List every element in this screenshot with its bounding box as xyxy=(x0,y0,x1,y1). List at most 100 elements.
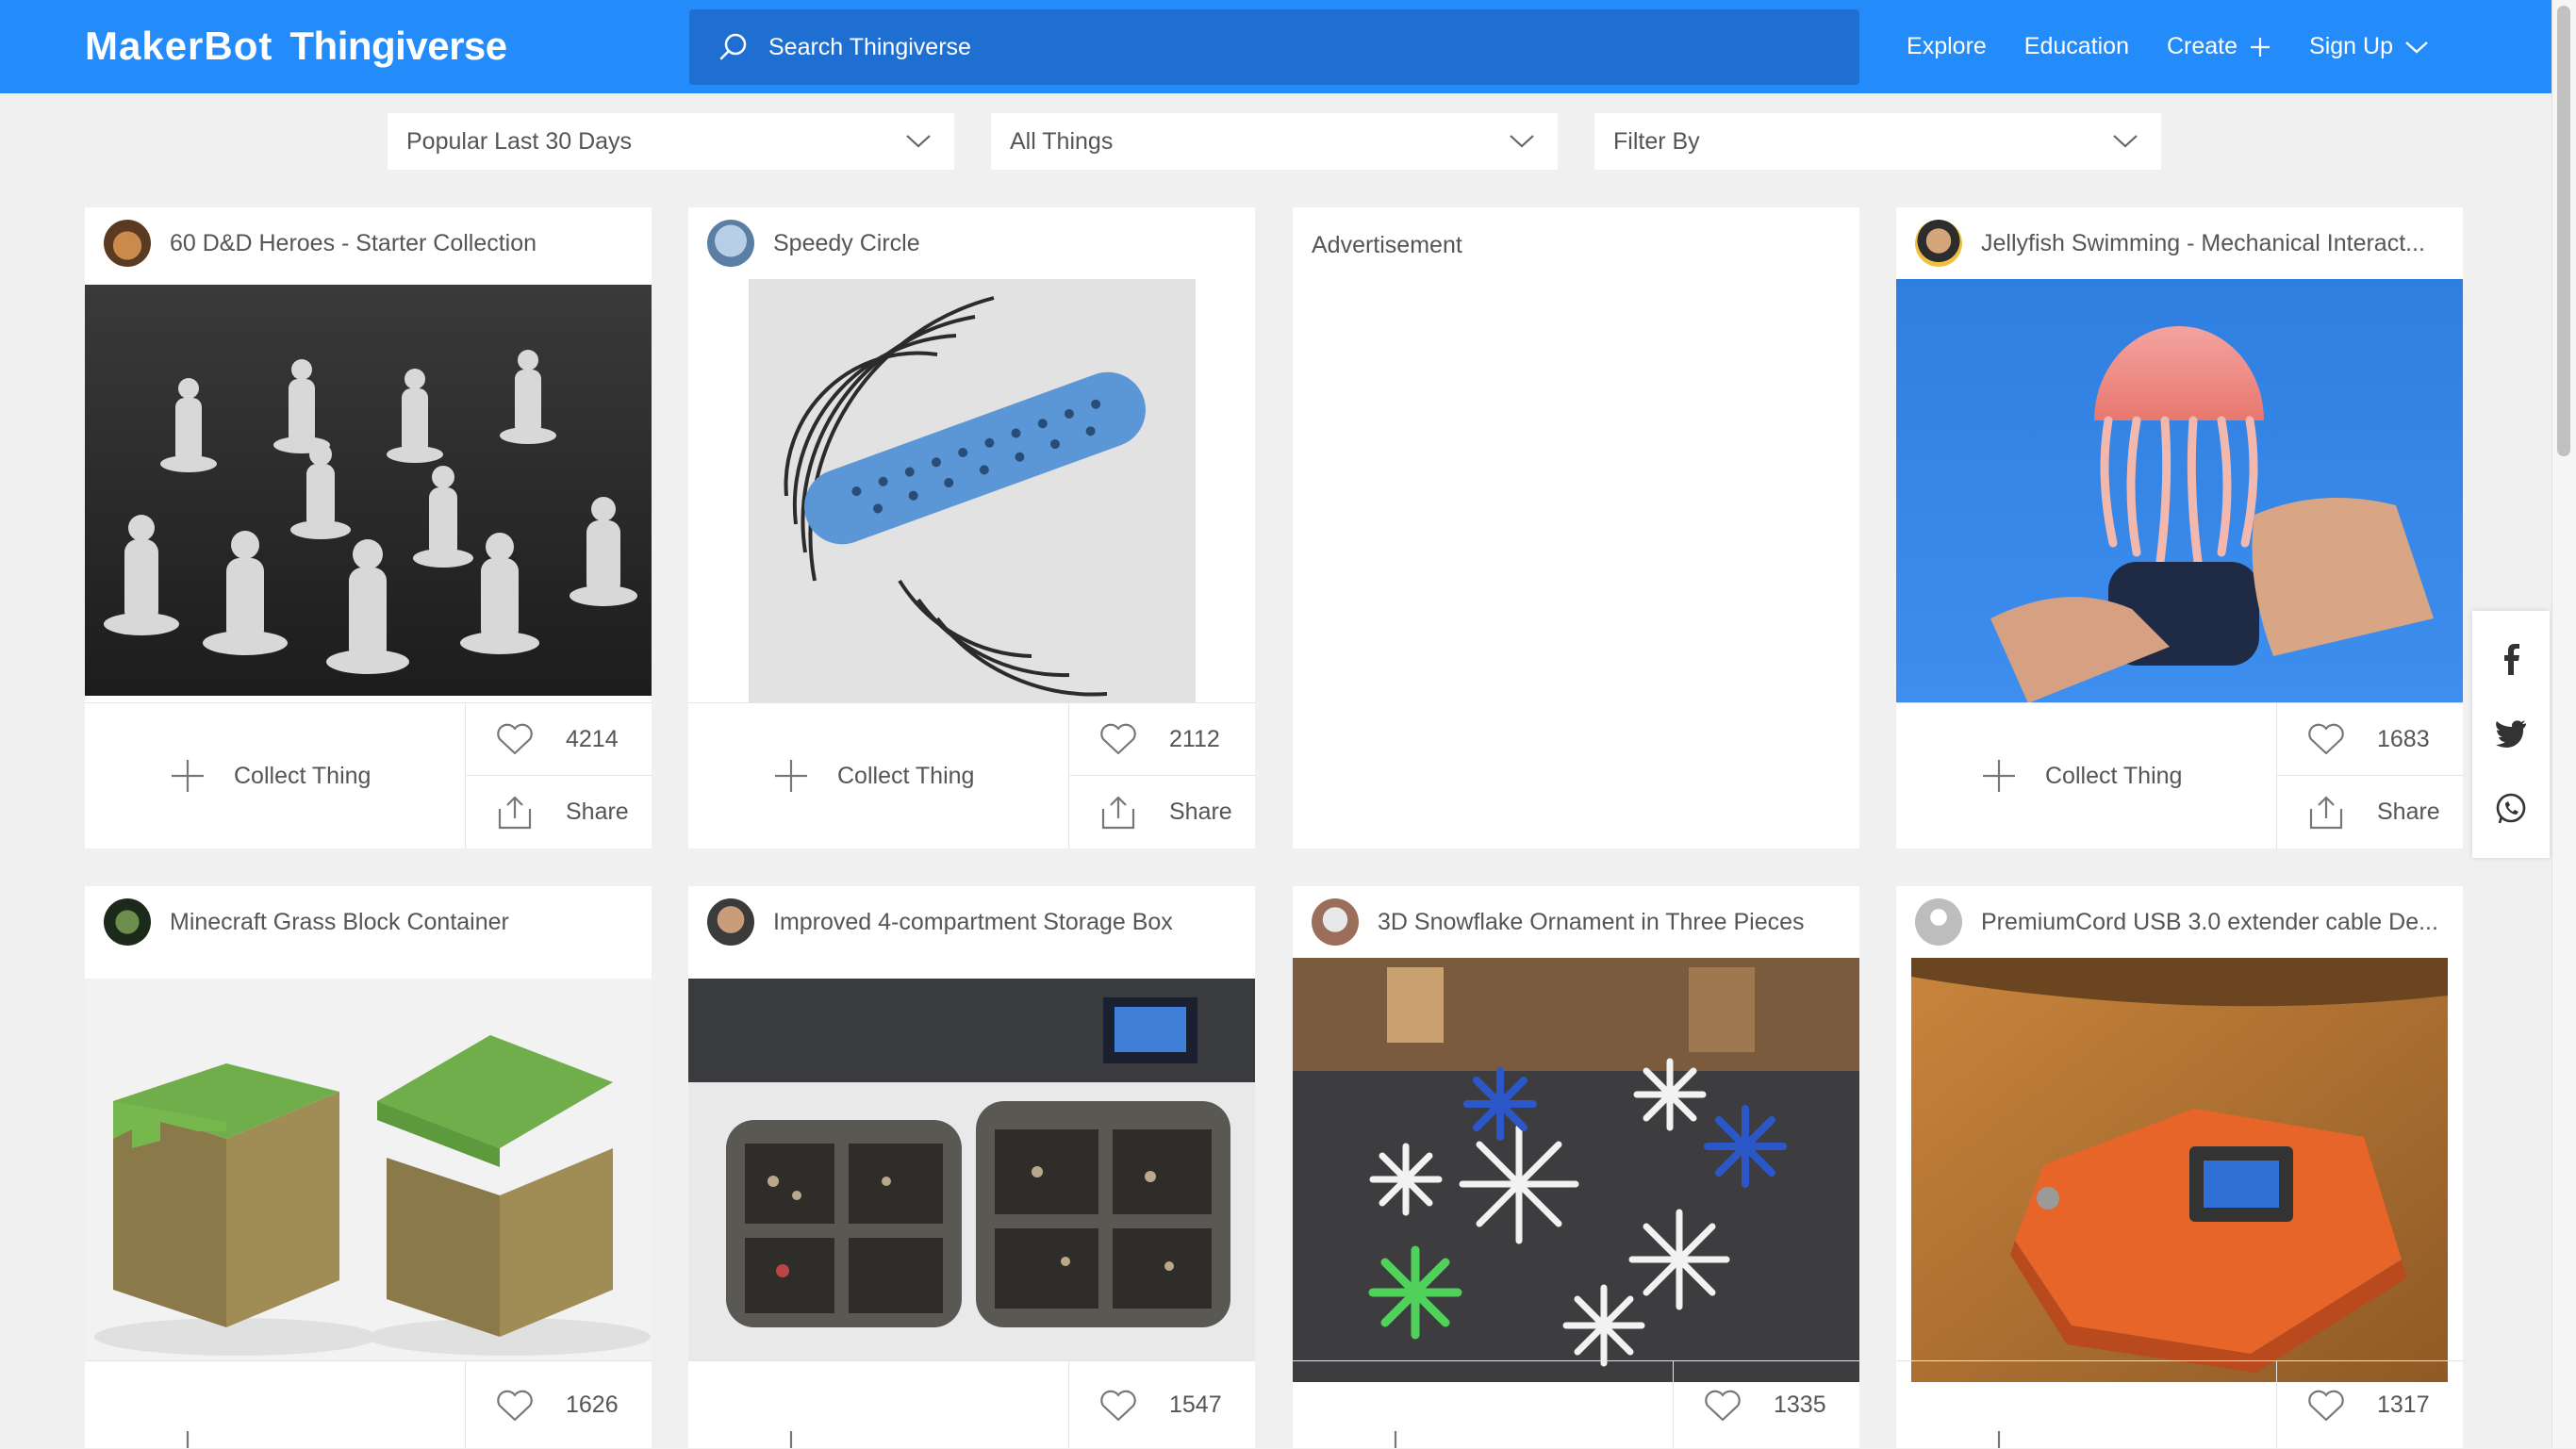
search-placeholder: Search Thingiverse xyxy=(768,33,971,60)
like-button[interactable]: 4214 xyxy=(466,703,652,776)
thing-image[interactable] xyxy=(688,979,1255,1360)
like-count: 2112 xyxy=(1169,725,1220,752)
share-icon xyxy=(2309,795,2343,829)
thingiverse-logo[interactable]: MakerBot Thingiverse xyxy=(85,21,507,72)
heart-icon xyxy=(1100,723,1136,755)
like-button[interactable]: 1317 xyxy=(2277,1361,2463,1449)
filter-by-dropdown[interactable]: Filter By xyxy=(1594,113,2161,170)
avatar[interactable] xyxy=(707,220,754,267)
card-header: Jellyfish Swimming - Mechanical Interact… xyxy=(1896,207,2463,279)
sort-dropdown[interactable]: Popular Last 30 Days xyxy=(388,113,954,170)
like-button[interactable]: 1335 xyxy=(1674,1361,1859,1449)
share-button[interactable]: Share xyxy=(466,776,652,848)
whatsapp-icon[interactable] xyxy=(2494,792,2528,826)
plus-icon xyxy=(789,1431,793,1448)
share-icon xyxy=(498,795,532,829)
card-title[interactable]: PremiumCord USB 3.0 extender cable De... xyxy=(1981,909,2438,936)
chevron-down-icon xyxy=(2405,41,2428,54)
thing-card[interactable]: 60 D&D Heroes - Starter Collection Colle… xyxy=(85,207,652,848)
share-button[interactable]: Share xyxy=(1069,776,1255,848)
collect-thing-button[interactable]: Collect Thing xyxy=(1896,703,2277,848)
type-dropdown[interactable]: All Things xyxy=(991,113,1558,170)
collect-thing-button[interactable] xyxy=(1293,1361,1674,1448)
like-button[interactable]: 1547 xyxy=(1069,1361,1255,1449)
avatar[interactable] xyxy=(1312,898,1359,946)
nav-explore[interactable]: Explore xyxy=(1907,33,1987,60)
card-header: PremiumCord USB 3.0 extender cable De... xyxy=(1896,886,2463,958)
card-header: Improved 4-compartment Storage Box xyxy=(688,886,1255,958)
chevron-down-icon xyxy=(906,135,931,148)
card-footer: 1547 xyxy=(688,1360,1255,1448)
collect-thing-button[interactable] xyxy=(688,1361,1069,1448)
heart-icon xyxy=(1100,1390,1136,1421)
twitter-icon[interactable] xyxy=(2495,719,2527,748)
card-title[interactable]: Jellyfish Swimming - Mechanical Interact… xyxy=(1981,230,2425,257)
like-count: 1317 xyxy=(2377,1391,2430,1418)
card-title[interactable]: Speedy Circle xyxy=(773,230,920,257)
nav-education[interactable]: Education xyxy=(2024,33,2129,60)
heart-icon xyxy=(497,723,533,755)
like-button[interactable]: 2112 xyxy=(1069,703,1255,776)
thing-image[interactable] xyxy=(85,285,652,696)
card-header: Minecraft Grass Block Container xyxy=(85,886,652,958)
thing-card[interactable]: 3D Snowflake Ornament in Three Pieces 13… xyxy=(1293,886,1859,1448)
thing-image[interactable] xyxy=(749,279,1196,703)
top-navigation-bar: MakerBot Thingiverse Search Thingiverse … xyxy=(0,0,2551,93)
card-title[interactable]: 60 D&D Heroes - Starter Collection xyxy=(170,230,537,257)
scrollbar-thumb[interactable] xyxy=(2557,6,2570,456)
like-count: 4214 xyxy=(566,725,619,752)
nav-sign-up[interactable]: Sign Up xyxy=(2309,33,2429,60)
thing-image[interactable] xyxy=(1911,958,2448,1382)
main-nav: Explore Education Create Sign Up xyxy=(1869,0,2429,93)
advertisement-slot: Advertisement xyxy=(1293,207,1859,848)
collect-thing-button[interactable]: Collect Thing xyxy=(85,703,466,848)
heart-icon xyxy=(497,1390,533,1421)
card-header: 60 D&D Heroes - Starter Collection xyxy=(85,207,652,279)
avatar[interactable] xyxy=(104,220,151,267)
thing-image[interactable] xyxy=(85,979,652,1360)
thing-card[interactable]: Jellyfish Swimming - Mechanical Interact… xyxy=(1896,207,2463,848)
heart-icon xyxy=(1705,1390,1741,1421)
avatar[interactable] xyxy=(707,898,754,946)
card-title[interactable]: Improved 4-compartment Storage Box xyxy=(773,909,1173,936)
collect-thing-button[interactable]: Collect Thing xyxy=(688,703,1069,848)
card-footer: Collect Thing 4214 Share xyxy=(85,702,652,848)
share-icon xyxy=(1101,795,1135,829)
card-footer: 1335 xyxy=(1293,1360,1859,1448)
card-footer: Collect Thing 2112 Share xyxy=(688,702,1255,848)
like-count: 1683 xyxy=(2377,725,2430,752)
thing-image[interactable] xyxy=(1896,279,2463,703)
heart-icon xyxy=(2308,723,2344,755)
plus-icon xyxy=(1983,760,2015,792)
like-count: 1335 xyxy=(1774,1391,1826,1418)
thing-image[interactable] xyxy=(1293,958,1859,1382)
like-count: 1626 xyxy=(566,1391,619,1418)
thing-card[interactable]: Speedy Circle Collect Thing 2112 Share xyxy=(688,207,1255,848)
card-title[interactable]: Minecraft Grass Block Container xyxy=(170,909,509,936)
thing-card[interactable]: PremiumCord USB 3.0 extender cable De...… xyxy=(1896,886,2463,1448)
card-header: Speedy Circle xyxy=(688,207,1255,279)
card-title[interactable]: 3D Snowflake Ornament in Three Pieces xyxy=(1378,909,1805,936)
search-icon xyxy=(719,33,747,60)
collect-thing-button[interactable] xyxy=(1896,1361,2277,1448)
avatar[interactable] xyxy=(1915,898,1962,946)
chevron-down-icon xyxy=(1510,135,1534,148)
heart-icon xyxy=(2308,1390,2344,1421)
facebook-icon[interactable] xyxy=(2497,643,2525,675)
avatar[interactable] xyxy=(104,898,151,946)
card-footer: 1317 xyxy=(1896,1360,2463,1448)
thing-card[interactable]: Improved 4-compartment Storage Box 1547 xyxy=(688,886,1255,1448)
thing-card[interactable]: Minecraft Grass Block Container 1626 xyxy=(85,886,652,1448)
social-share-bar xyxy=(2472,611,2550,858)
like-button[interactable]: 1626 xyxy=(466,1361,652,1449)
collect-thing-button[interactable] xyxy=(85,1361,466,1448)
plus-icon xyxy=(775,760,807,792)
search-input[interactable]: Search Thingiverse xyxy=(689,9,1859,85)
nav-create[interactable]: Create xyxy=(2167,33,2271,60)
avatar[interactable] xyxy=(1915,220,1962,267)
plus-icon xyxy=(1394,1431,1397,1448)
like-button[interactable]: 1683 xyxy=(2277,703,2463,776)
advertisement-label: Advertisement xyxy=(1312,232,1462,258)
plus-icon xyxy=(2251,37,2271,57)
share-button[interactable]: Share xyxy=(2277,776,2463,848)
